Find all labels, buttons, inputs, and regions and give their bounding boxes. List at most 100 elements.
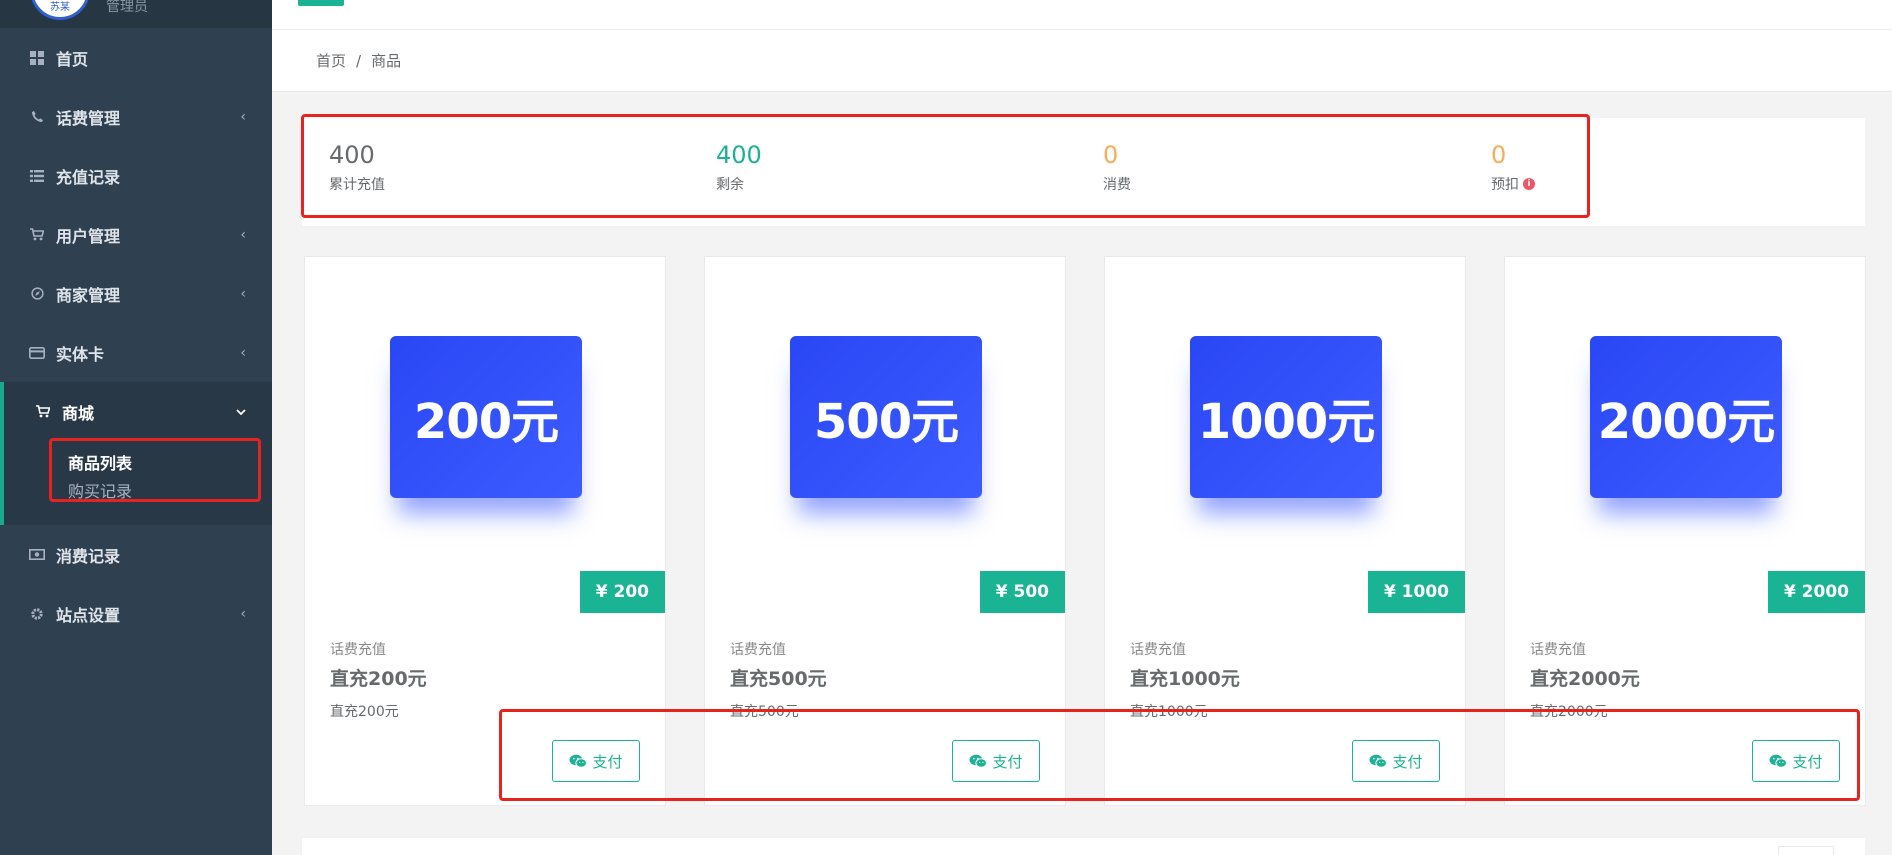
product-card: 200元 ¥ 200 话费充值 直充200元 直充200元 支付 — [304, 256, 666, 806]
stat-value: 400 — [716, 141, 762, 169]
stat-remaining: 400 剩余 — [716, 140, 762, 194]
info-icon[interactable]: i — [1523, 178, 1535, 190]
product-category: 话费充值 — [1130, 642, 1186, 658]
pay-button[interactable]: 支付 — [952, 740, 1040, 782]
pay-button-label: 支付 — [1392, 752, 1423, 771]
product-card: 500元 ¥ 500 话费充值 直充500元 直充500元 支付 — [704, 256, 1066, 806]
pay-button[interactable]: 支付 — [1752, 740, 1840, 782]
menu-toggle-button[interactable] — [298, 0, 344, 6]
product-image[interactable]: 200元 — [390, 336, 582, 498]
sidebar-item-label: 用户管理 — [56, 226, 121, 246]
chevron-left-icon: ‹ — [240, 344, 246, 361]
stat-label-text: 剩余 — [716, 177, 744, 193]
stats-panel: 400 累计充值 400 剩余 0 消费 0 预扣 i — [302, 118, 1865, 226]
breadcrumb-home[interactable]: 首页 — [316, 50, 346, 71]
wechat-icon — [1369, 754, 1388, 768]
price-badge: ¥ 2000 — [1767, 571, 1865, 613]
dashboard-icon — [28, 50, 46, 66]
stat-label: 预扣 i — [1491, 174, 1535, 194]
sidebar-item-label: 消费记录 — [56, 546, 121, 566]
chevron-left-icon: ‹ — [240, 285, 246, 302]
user-role: 管理员 — [106, 0, 148, 15]
stat-label-text: 累计充值 — [329, 177, 385, 193]
sidebar-item-site-settings[interactable]: 站点设置 ‹ — [0, 584, 272, 643]
pay-button[interactable]: 支付 — [1352, 740, 1440, 782]
breadcrumb-current: 商品 — [371, 52, 402, 70]
stat-label: 消费 — [1103, 174, 1131, 194]
compass-icon — [28, 286, 46, 302]
stat-label-text: 消费 — [1103, 177, 1131, 193]
product-image[interactable]: 1000元 — [1190, 336, 1382, 498]
top-navbar — [272, 0, 1892, 30]
wechat-icon — [569, 754, 588, 768]
product-name[interactable]: 直充2000元 — [1530, 664, 1640, 691]
product-description: 直充500元 — [730, 704, 799, 720]
price-badge: ¥ 1000 — [1367, 571, 1465, 613]
pay-button[interactable]: 支付 — [552, 740, 640, 782]
sidebar-item-label: 话费管理 — [56, 108, 121, 128]
chevron-down-icon — [236, 404, 246, 420]
stat-total-recharge: 400 累计充值 — [329, 140, 385, 194]
sidebar-item-recharge-records[interactable]: 充值记录 — [0, 146, 272, 205]
bottom-panel — [302, 838, 1865, 855]
phone-icon — [28, 109, 46, 125]
sidebar-item-physical-card[interactable]: 实体卡 ‹ — [0, 323, 272, 382]
sidebar-item-shop[interactable]: 商城 — [4, 382, 272, 441]
sidebar-item-label: 商家管理 — [56, 285, 121, 305]
pay-button-label: 支付 — [992, 752, 1023, 771]
stat-value: 400 — [329, 141, 375, 169]
avatar-text: 苏某 — [50, 2, 70, 13]
card-icon — [28, 345, 46, 361]
breadcrumb: 首页 / 商品 — [272, 30, 1892, 92]
breadcrumb-separator: / — [356, 51, 362, 70]
product-category: 话费充值 — [730, 642, 786, 658]
sidebar-item-home[interactable]: 首页 — [0, 28, 272, 87]
sidebar-item-label: 实体卡 — [56, 344, 105, 364]
chevron-left-icon: ‹ — [240, 226, 246, 243]
sidebar-item-user-management[interactable]: 用户管理 ‹ — [0, 205, 272, 264]
product-description: 直充200元 — [330, 704, 399, 720]
sidebar-item-label: 充值记录 — [56, 167, 121, 187]
pagination-control[interactable] — [1778, 846, 1834, 855]
sidebar-item-phone-fee[interactable]: 话费管理 ‹ — [0, 87, 272, 146]
sidebar-item-label: 站点设置 — [56, 605, 121, 625]
sidebar-item-merchant-management[interactable]: 商家管理 ‹ — [0, 264, 272, 323]
list-icon — [28, 168, 46, 184]
wechat-icon — [1769, 754, 1788, 768]
product-card: 1000元 ¥ 1000 话费充值 直充1000元 直充1000元 支付 — [1104, 256, 1466, 806]
cart-icon — [28, 227, 46, 243]
product-description: 直充2000元 — [1530, 704, 1608, 720]
stat-consumption: 0 消费 — [1103, 140, 1131, 194]
product-name[interactable]: 直充200元 — [330, 664, 427, 691]
gear-icon — [28, 606, 46, 622]
product-description: 直充1000元 — [1130, 704, 1208, 720]
product-image[interactable]: 2000元 — [1590, 336, 1782, 498]
pay-button-label: 支付 — [1792, 752, 1823, 771]
product-name[interactable]: 直充1000元 — [1130, 664, 1240, 691]
stat-label: 累计充值 — [329, 174, 385, 194]
pay-button-label: 支付 — [592, 752, 623, 771]
price-badge: ¥ 200 — [579, 571, 665, 613]
chevron-left-icon: ‹ — [240, 605, 246, 622]
product-card: 2000元 ¥ 2000 话费充值 直充2000元 直充2000元 支付 — [1504, 256, 1866, 806]
product-image[interactable]: 500元 — [790, 336, 982, 498]
money-icon — [28, 547, 46, 563]
sidebar-group-shop: 商城 商品列表 购买记录 — [0, 382, 272, 525]
stat-label: 剩余 — [716, 174, 762, 194]
profile-header: 苏某 管理员 — [0, 0, 272, 28]
product-name[interactable]: 直充500元 — [730, 664, 827, 691]
sidebar: 苏某 管理员 首页 话费管理 ‹ 充值记录 用户管理 ‹ 商家管理 ‹ 实体卡 … — [0, 0, 272, 855]
stat-value: 0 — [1491, 141, 1507, 169]
stat-value: 0 — [1103, 141, 1119, 169]
chevron-left-icon: ‹ — [240, 108, 246, 125]
stat-label-text: 预扣 — [1491, 177, 1519, 193]
avatar[interactable]: 苏某 — [30, 0, 90, 20]
sidebar-item-label: 商城 — [62, 403, 95, 423]
price-badge: ¥ 500 — [979, 571, 1065, 613]
sidebar-item-consumption-records[interactable]: 消费记录 — [0, 525, 272, 584]
stat-pre-deduct: 0 预扣 i — [1491, 140, 1535, 194]
sidebar-subitem-purchase-records[interactable]: 购买记录 — [4, 469, 272, 511]
sidebar-nav: 首页 话费管理 ‹ 充值记录 用户管理 ‹ 商家管理 ‹ 实体卡 ‹ 商城 商品… — [0, 28, 272, 643]
product-category: 话费充值 — [330, 642, 386, 658]
product-category: 话费充值 — [1530, 642, 1586, 658]
